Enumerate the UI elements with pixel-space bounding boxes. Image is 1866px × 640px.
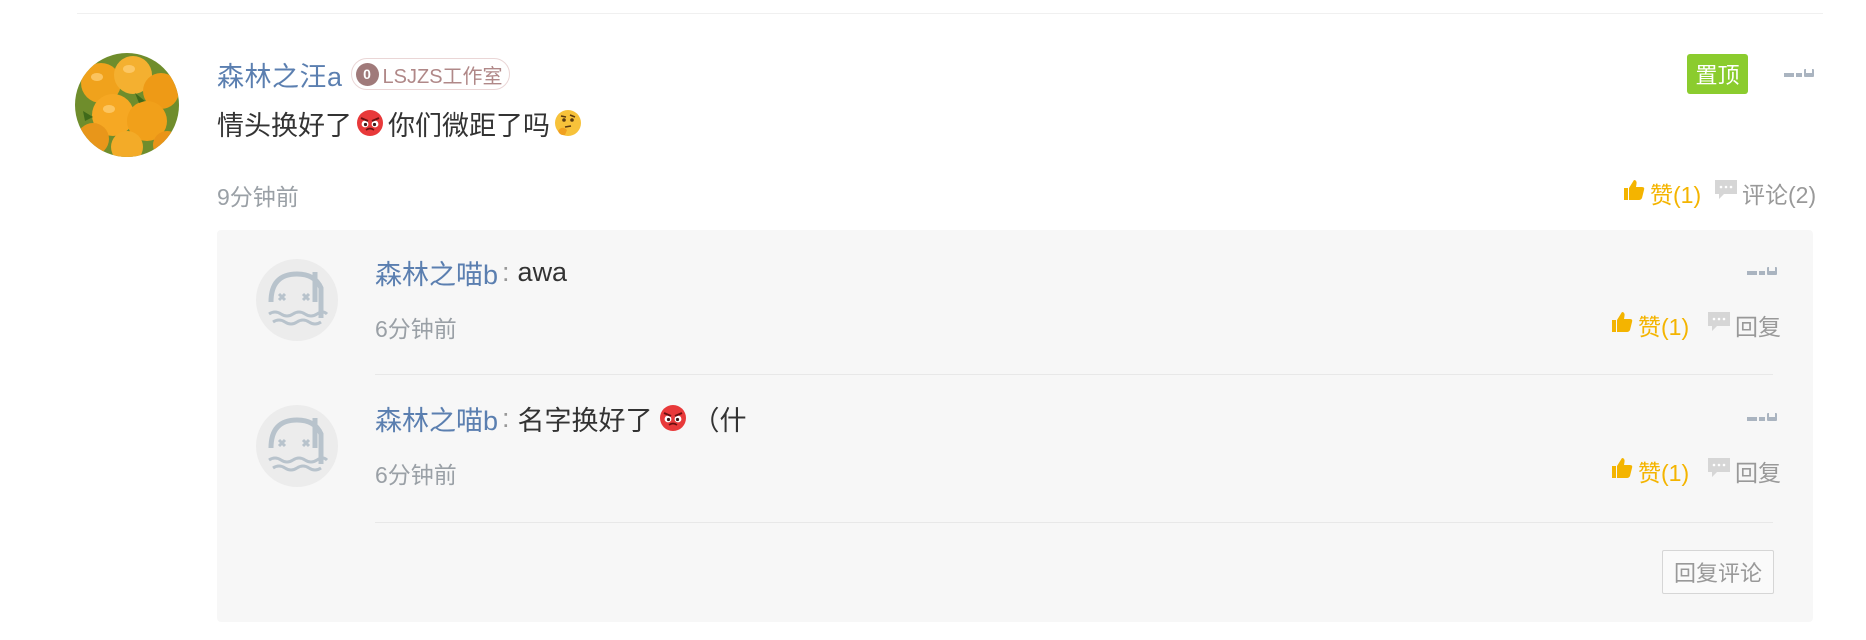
- replies-panel: 森林之喵b : awa 6分钟前 赞(1) 回复 森林之喵b: 名字换好了 （…: [217, 230, 1813, 622]
- reply-content: 森林之喵b : 名字换好了 （什: [375, 400, 747, 436]
- post-author-line: 森林之汪a 0 LSJZS工作室: [217, 56, 510, 92]
- reply-avatar[interactable]: [255, 404, 339, 488]
- reply-text: awa: [517, 256, 568, 287]
- reply-author-name[interactable]: 森林之喵b: [375, 399, 498, 438]
- reply-time: 6分钟前: [375, 462, 457, 488]
- speech-bubble-icon: [1714, 178, 1738, 208]
- reply-content: 森林之喵b : awa: [375, 254, 567, 290]
- badge-level: 0: [355, 62, 379, 86]
- reply-like-button[interactable]: 赞(1): [1610, 308, 1689, 342]
- comment-button[interactable]: 评论(2): [1714, 176, 1816, 210]
- post-text-part2: 你们微距了吗: [388, 110, 550, 141]
- reply-comment-button[interactable]: 回复评论: [1662, 550, 1774, 594]
- pinned-badge: 置顶: [1687, 54, 1748, 94]
- post-time: 9分钟前: [217, 184, 299, 210]
- angry-face-emoji: [659, 404, 687, 432]
- speech-bubble-icon: [1707, 310, 1731, 340]
- post-text-part1: 情头换好了: [217, 110, 352, 141]
- reply-like-count: 赞(1): [1638, 460, 1690, 486]
- thumbs-up-icon: [1610, 456, 1634, 486]
- reply-button[interactable]: 回复: [1707, 308, 1781, 342]
- reply-time: 6分钟前: [375, 316, 457, 342]
- reply-avatar[interactable]: [255, 258, 339, 342]
- speech-bubble-icon: [1707, 456, 1731, 486]
- reply-label: 回复: [1735, 314, 1781, 340]
- reply-text: 名字换好了: [517, 405, 653, 436]
- reply-divider: [375, 374, 1773, 375]
- reply-divider: [375, 522, 1773, 523]
- more-dash-icon[interactable]: [1747, 412, 1777, 424]
- badge-label: LSJZS工作室: [382, 65, 503, 88]
- more-dash-icon[interactable]: [1784, 68, 1814, 80]
- reply-text-suffix: （什: [692, 405, 747, 436]
- top-divider: [77, 13, 1823, 14]
- thumbs-up-icon: [1622, 178, 1646, 208]
- like-count: 赞(1): [1650, 182, 1702, 208]
- thinking-face-emoji: [554, 109, 582, 137]
- reply-separator: :: [502, 402, 510, 433]
- reply-separator: :: [502, 256, 510, 287]
- reply-like-button[interactable]: 赞(1): [1610, 454, 1689, 488]
- author-avatar[interactable]: [75, 53, 179, 157]
- reply-button[interactable]: 回复: [1707, 454, 1781, 488]
- studio-badge[interactable]: 0 LSJZS工作室: [350, 58, 510, 90]
- comment-count: 评论(2): [1742, 182, 1817, 208]
- post-content: 情头换好了 你们微距了吗: [217, 105, 582, 141]
- like-button[interactable]: 赞(1): [1622, 176, 1701, 210]
- more-dash-icon[interactable]: [1747, 266, 1777, 278]
- reply-author-name[interactable]: 森林之喵b: [375, 253, 498, 292]
- thumbs-up-icon: [1610, 310, 1634, 340]
- angry-face-emoji: [356, 109, 384, 137]
- post-author-name[interactable]: 森林之汪a: [217, 55, 343, 94]
- reply-label: 回复: [1735, 460, 1781, 486]
- reply-like-count: 赞(1): [1638, 314, 1690, 340]
